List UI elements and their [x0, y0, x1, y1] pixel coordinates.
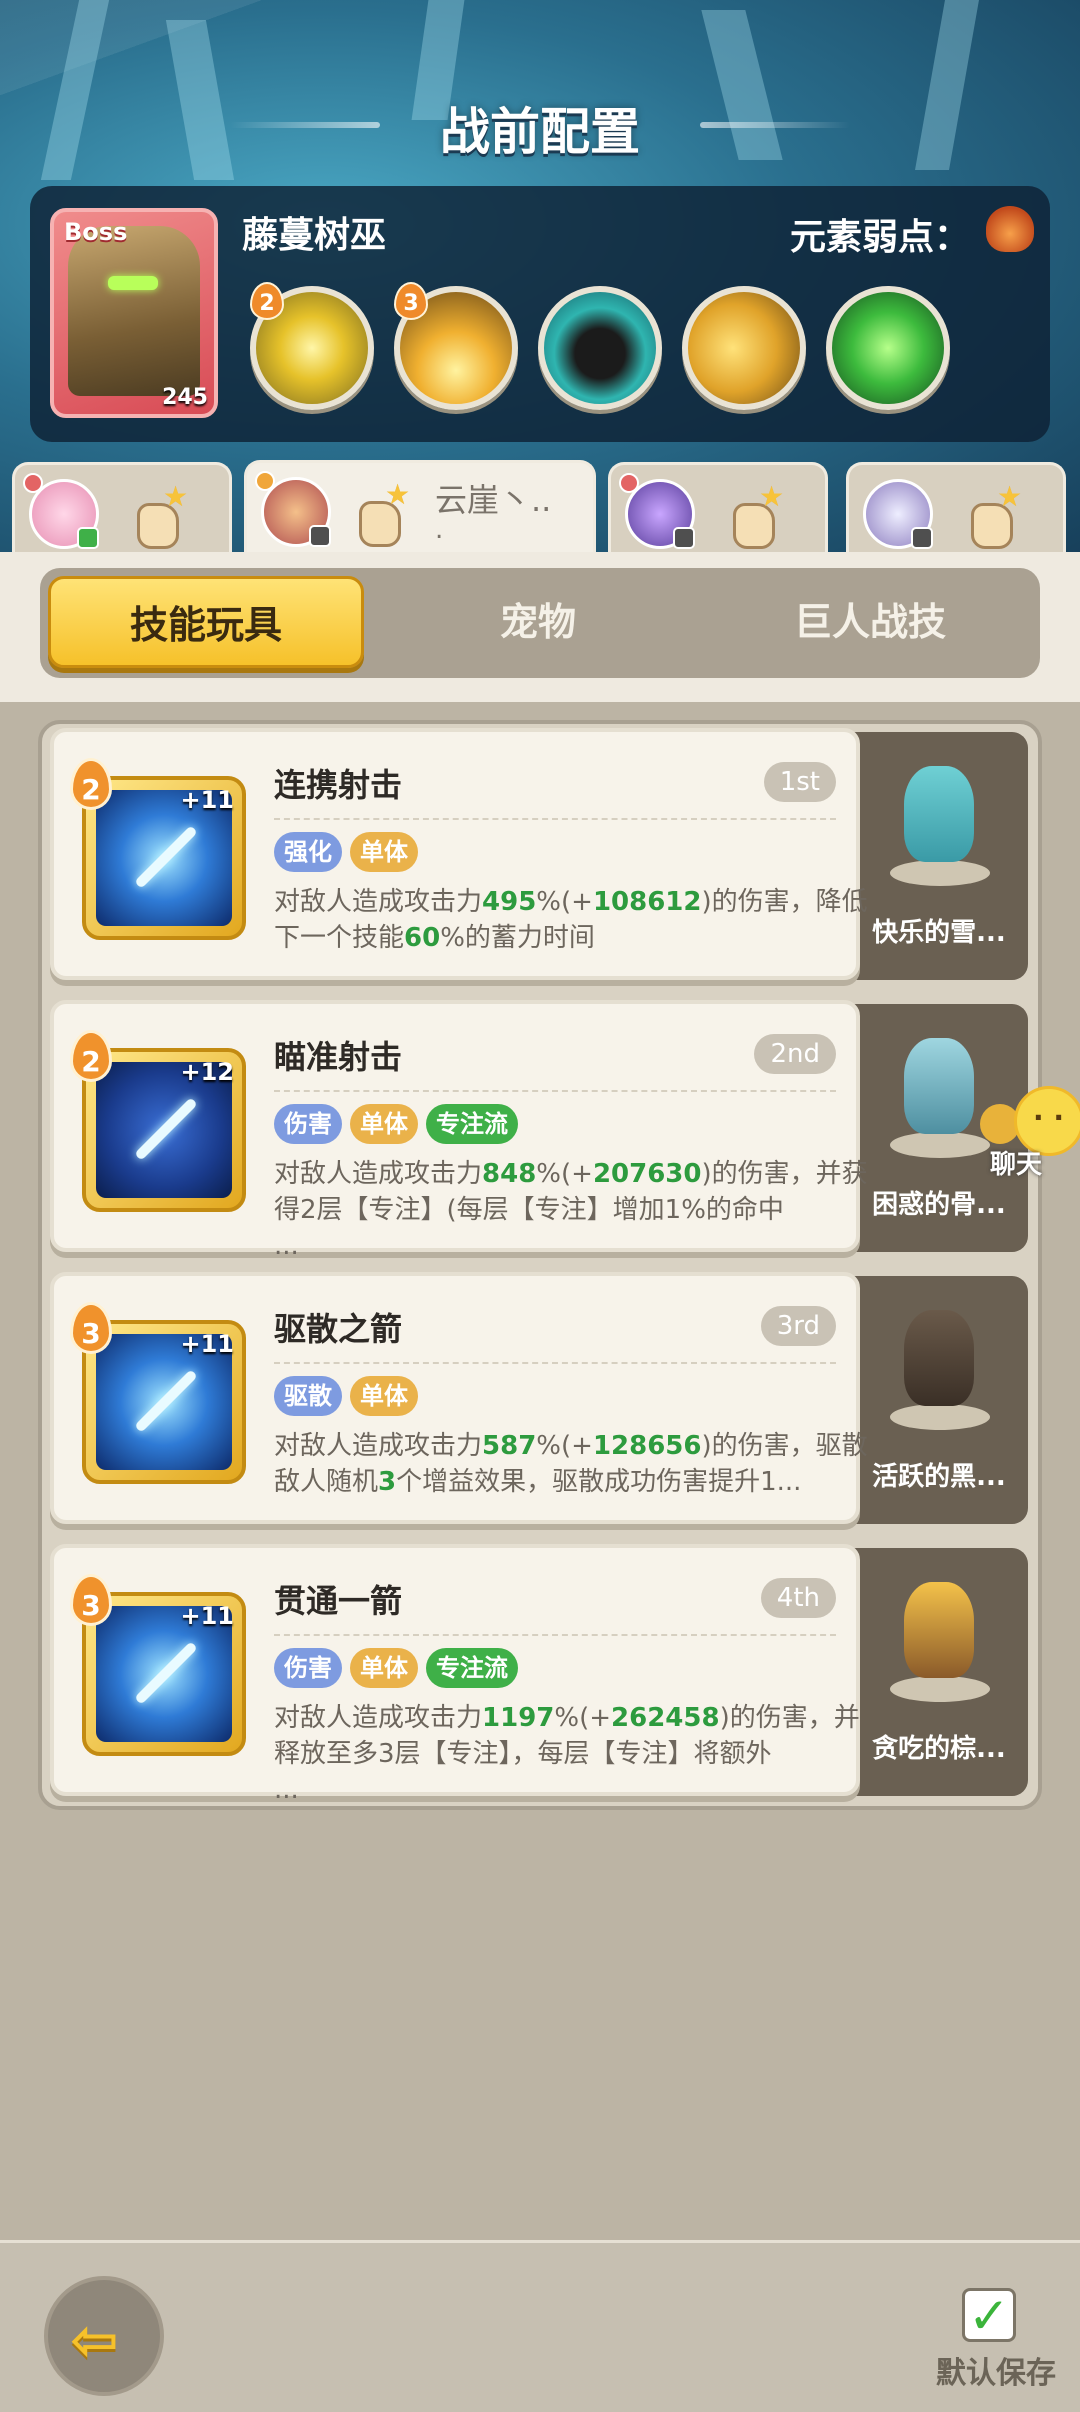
plus-level: +11 [180, 1602, 234, 1630]
skill-name: 瞄准射击 [274, 1038, 403, 1076]
skill-card-4[interactable]: +11 3 贯通一箭 4th 伤害 单体 专注流 对敌人造成攻击力1197%(+… [50, 1544, 860, 1805]
team-name: 云崖丶.. [435, 481, 552, 519]
divider [274, 818, 836, 820]
skill-level-badge: 2 [70, 758, 112, 810]
boss-level: 245 [162, 385, 208, 410]
page-title: 战前配置 [440, 103, 640, 161]
skill-description: 对敌人造成攻击力1197%(+262458)的伤害，并释放至多3层【专注】，每层… [274, 1703, 860, 1805]
boss-skill-1[interactable]: 2 [250, 282, 374, 410]
team-tab-4[interactable] [846, 462, 1066, 558]
tag: 驱散 [274, 1376, 342, 1416]
tab-pets[interactable]: 宠物 [380, 576, 696, 668]
chat-label[interactable]: 聊天 [990, 1144, 1042, 1181]
tag: 单体 [350, 1648, 418, 1688]
boss-portrait [68, 226, 200, 396]
pet-figure [888, 1300, 990, 1430]
boss-skill-2[interactable]: 3 [394, 282, 518, 410]
tap-hand-icon [349, 463, 410, 547]
team-name-dot: . [435, 515, 444, 545]
pet-chip [673, 527, 695, 549]
boss-card[interactable]: Boss 245 [50, 208, 218, 418]
divider [274, 1362, 836, 1364]
tag-list: 伤害 单体 专注流 [274, 1648, 518, 1688]
boss-skill-3[interactable] [538, 286, 662, 410]
tag-list: 驱散 单体 [274, 1376, 418, 1416]
avatar-badge [23, 473, 43, 493]
team-tab-3[interactable] [608, 462, 828, 558]
boss-skill-5[interactable] [826, 286, 950, 410]
pet-chip [309, 525, 331, 547]
boss-tag: Boss [64, 218, 128, 246]
tab-skill-toys[interactable]: 技能玩具 [48, 576, 364, 668]
divider [274, 1634, 836, 1636]
skill-count-badge: 2 [250, 282, 284, 320]
boss-name: 藤蔓树巫 [242, 215, 387, 256]
skill-description: 对敌人造成攻击力848%(+207630)的伤害，并获得2层【专注】(每层【专注… [274, 1159, 868, 1261]
pet-figure [888, 1028, 990, 1158]
tag-list: 强化 单体 [274, 832, 418, 872]
skill-card-3[interactable]: +11 3 驱散之箭 3rd 驱散 单体 对敌人造成攻击力587%(+12865… [50, 1272, 868, 1524]
skill-name: 连携射击 [274, 766, 403, 804]
tag: 强化 [274, 832, 342, 872]
avatar-badge [619, 473, 639, 493]
skill-level-badge: 2 [70, 1030, 112, 1082]
tag-list: 伤害 单体 专注流 [274, 1104, 518, 1144]
rank-badge: 4th [760, 1578, 836, 1618]
skill-count-badge: 3 [394, 282, 428, 320]
tag: 专注流 [426, 1104, 518, 1144]
team-tab-2[interactable]: 云崖丶.. . [244, 460, 596, 560]
pet-chip [911, 527, 933, 549]
plus-level: +12 [180, 1058, 234, 1086]
skill-card-1[interactable]: +11 2 连携射击 1st 强化 单体 对敌人造成攻击力495%(+10861… [50, 728, 868, 980]
rank-badge: 2nd [754, 1034, 836, 1074]
default-save-checkbox[interactable]: ✓ [962, 2288, 1016, 2342]
tag: 单体 [350, 832, 418, 872]
skill-name: 贯通一箭 [274, 1582, 403, 1620]
skill-level-badge: 3 [70, 1302, 112, 1354]
pet-chip [77, 527, 99, 549]
team-tab-1[interactable] [12, 462, 232, 558]
boss-skill-4[interactable] [682, 286, 806, 410]
back-button[interactable]: ⇦ [44, 2276, 164, 2396]
tag: 伤害 [274, 1104, 342, 1144]
pet-figure [888, 756, 990, 886]
tap-hand-icon [961, 465, 1022, 549]
skill-description: 对敌人造成攻击力495%(+108612)的伤害，降低下一个技能60%的蓄力时间 [274, 887, 868, 953]
avatar-badge [255, 471, 275, 491]
tag: 单体 [350, 1104, 418, 1144]
skill-description: 对敌人造成攻击力587%(+128656)的伤害，驱散敌人随机3个增益效果，驱散… [274, 1431, 868, 1497]
tap-hand-icon [127, 465, 188, 549]
pet-figure [888, 1572, 990, 1702]
plus-level: +11 [180, 1330, 234, 1358]
tag: 伤害 [274, 1648, 342, 1688]
tap-hand-icon [723, 465, 784, 549]
skill-card-2[interactable]: +12 2 瞄准射击 2nd 伤害 单体 专注流 对敌人造成攻击力848%(+2… [50, 1000, 868, 1261]
rank-badge: 3rd [760, 1306, 836, 1346]
element-weakness-label: 元素弱点： [789, 217, 970, 258]
back-arrow-icon: ⇦ [70, 2306, 119, 2374]
skill-level-badge: 3 [70, 1574, 112, 1626]
tag: 专注流 [426, 1648, 518, 1688]
boss-panel: Boss 245 藤蔓树巫 元素弱点： 2 3 [30, 186, 1050, 442]
tag: 单体 [350, 1376, 418, 1416]
rank-badge: 1st [763, 762, 836, 802]
skill-name: 驱散之箭 [274, 1310, 403, 1348]
fire-element-icon[interactable] [986, 206, 1034, 252]
tab-giant-skills[interactable]: 巨人战技 [712, 576, 1028, 668]
default-save-label[interactable]: 默认保存 [936, 2348, 1056, 2392]
plus-level: +11 [180, 786, 234, 814]
divider [274, 1090, 836, 1092]
category-segmented-control: 技能玩具 宠物 巨人战技 [40, 568, 1040, 678]
